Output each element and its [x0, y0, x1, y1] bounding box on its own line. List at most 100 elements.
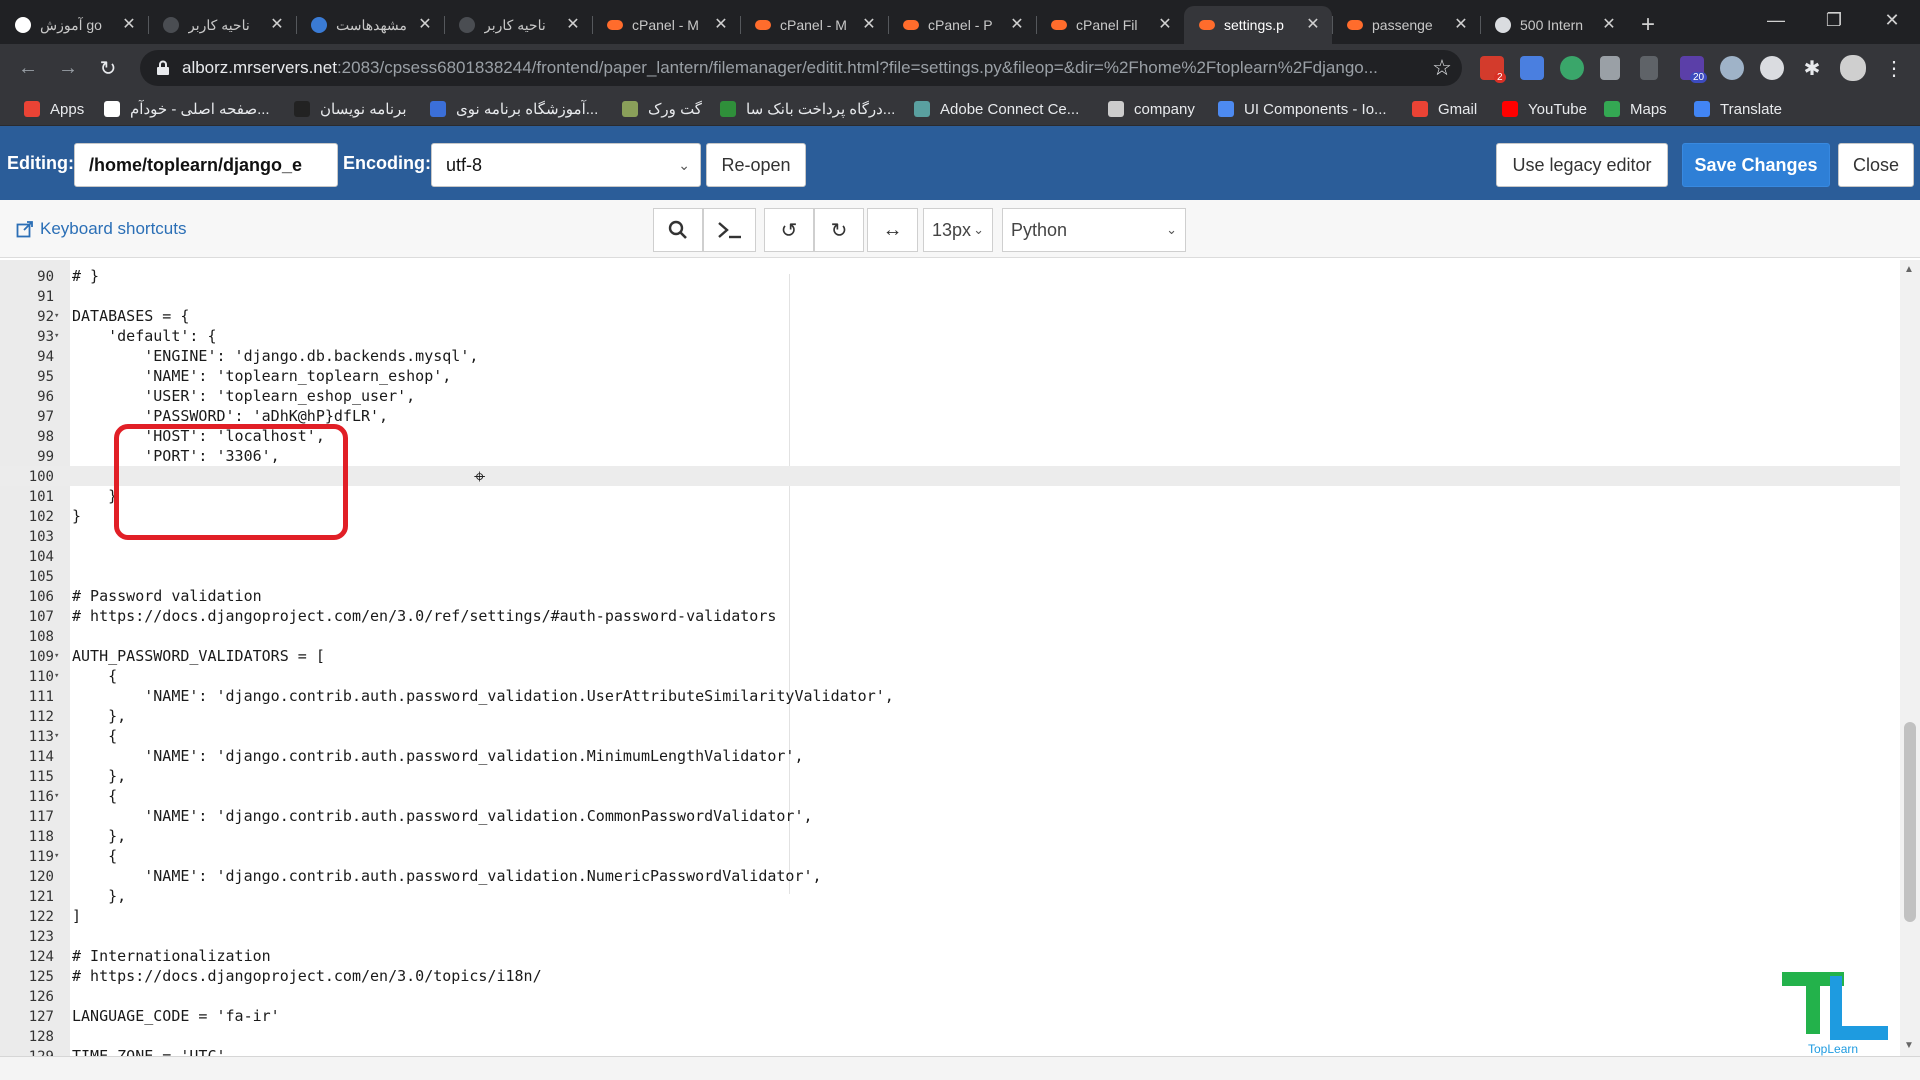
browser-tab[interactable]: cPanel Fil ✕ [1036, 6, 1184, 44]
reload-icon[interactable]: ↻ [94, 54, 122, 82]
bookmark-item[interactable]: Translate [1694, 99, 1782, 119]
code-line[interactable]: 113▾ { [0, 726, 1900, 746]
code-line[interactable]: 125 # https://docs.djangoproject.com/en/3… [0, 966, 1900, 986]
code-line[interactable]: 119▾ { [0, 846, 1900, 866]
reopen-button[interactable]: Re-open [706, 143, 806, 187]
scroll-down-icon[interactable]: ▼ [1904, 1040, 1914, 1051]
browser-tab[interactable]: settings.p ✕ [1184, 6, 1332, 44]
legacy-editor-button[interactable]: Use legacy editor [1496, 143, 1668, 187]
browser-tab[interactable]: passenge ✕ [1332, 6, 1480, 44]
mode-select[interactable]: Python ⌄ [1002, 208, 1186, 252]
code-line[interactable]: 96 'USER': 'toplearn_eshop_user', [0, 386, 1900, 406]
new-tab-button[interactable]: + [1628, 6, 1668, 44]
browser-tab[interactable]: ناحیه کاربر ✕ [444, 6, 592, 44]
browser-tab[interactable]: cPanel - M ✕ [592, 6, 740, 44]
menu-kebab-icon[interactable]: ⋮ [1880, 54, 1908, 82]
bookmark-item[interactable]: Apps [24, 99, 84, 119]
browser-tab[interactable]: مشهدهاست ✕ [296, 6, 444, 44]
code-line[interactable]: 129 TIME_ZONE = 'UTC' [0, 1046, 1900, 1056]
close-tab-icon[interactable]: ✕ [1452, 16, 1470, 34]
code-line[interactable]: 102} [0, 506, 1900, 526]
react-extension-icon[interactable] [1720, 56, 1744, 80]
restore-icon[interactable]: ❐ [1806, 0, 1862, 40]
bookmark-item[interactable]: YouTube [1502, 99, 1587, 119]
close-tab-icon[interactable]: ✕ [1156, 16, 1174, 34]
code-line[interactable]: 108 [0, 626, 1900, 646]
code-line[interactable]: 93▾ 'default': { [0, 326, 1900, 346]
pen-extension-icon[interactable] [1600, 56, 1620, 80]
undo-button[interactable]: ↺ [764, 208, 814, 252]
font-size-select[interactable]: 13px ⌄ [923, 208, 993, 252]
code-line[interactable]: 92▾ DATABASES = { [0, 306, 1900, 326]
avatar[interactable] [1840, 55, 1866, 81]
encoding-select[interactable]: utf-8 ⌄ [431, 143, 701, 187]
code-line[interactable]: 106 # Password validation [0, 586, 1900, 606]
browser-tab[interactable]: cPanel - P ✕ [888, 6, 1036, 44]
forward-icon[interactable]: → [54, 54, 82, 82]
code-line[interactable]: 116▾ { [0, 786, 1900, 806]
bookmark-item[interactable]: درگاه پرداخت بانک سا... [720, 99, 895, 119]
code-line[interactable]: 101 } [0, 486, 1900, 506]
omnibox[interactable]: alborz.mrservers.net:2083/cpsess68018382… [140, 50, 1462, 86]
code-line[interactable]: 97 'PASSWORD': 'aDhK@hP}dfLR', [0, 406, 1900, 426]
bookmark-item[interactable]: Adobe Connect Ce... [914, 99, 1079, 119]
code-line[interactable]: 111 'NAME': 'django.contrib.auth.passwor… [0, 686, 1900, 706]
code-line[interactable]: 126 [0, 986, 1900, 1006]
code-line[interactable]: 95 'NAME': 'toplearn_toplearn_eshop', [0, 366, 1900, 386]
code-line[interactable]: 122] [0, 906, 1900, 926]
bookmark-item[interactable]: UI Components - Io... [1218, 99, 1387, 119]
code-line[interactable]: 123 [0, 926, 1900, 946]
code-line[interactable]: 121 }, [0, 886, 1900, 906]
code-line[interactable]: 104 [0, 546, 1900, 566]
close-tab-icon[interactable]: ✕ [860, 16, 878, 34]
wrap-toggle-button[interactable]: ↔ [867, 208, 918, 252]
fold-arrow-icon[interactable]: ▾ [54, 786, 68, 806]
search-button[interactable] [653, 208, 703, 252]
bookmark-item[interactable]: Maps [1604, 99, 1667, 119]
fold-arrow-icon[interactable]: ▾ [54, 846, 68, 866]
fold-arrow-icon[interactable]: ▾ [54, 646, 68, 666]
code-extension-icon[interactable] [1640, 56, 1658, 80]
bookmark-item[interactable]: برنامه نویسان [294, 99, 407, 119]
scrollbar-thumb[interactable] [1904, 722, 1916, 922]
bookmark-star-icon[interactable]: ☆ [1428, 54, 1456, 82]
redo-button[interactable]: ↻ [814, 208, 864, 252]
bookmark-item[interactable]: Gmail [1412, 99, 1477, 119]
goto-line-button[interactable] [703, 208, 756, 252]
code-line[interactable]: 110▾ { [0, 666, 1900, 686]
code-line[interactable]: 114 'NAME': 'django.contrib.auth.passwor… [0, 746, 1900, 766]
code-line[interactable]: 94 'ENGINE': 'django.db.backends.mysql', [0, 346, 1900, 366]
code-line[interactable]: 100 [0, 466, 1900, 486]
close-button[interactable]: Close [1838, 143, 1914, 187]
code-line[interactable]: 98 'HOST': 'localhost', [0, 426, 1900, 446]
code-line[interactable]: 90 # } [0, 266, 1900, 286]
minimize-icon[interactable]: — [1748, 0, 1804, 40]
code-line[interactable]: 127 LANGUAGE_CODE = 'fa-ir' [0, 1006, 1900, 1026]
circle-extension-icon[interactable] [1760, 56, 1784, 80]
code-line[interactable]: 115 }, [0, 766, 1900, 786]
fold-arrow-icon[interactable]: ▾ [54, 666, 68, 686]
back-icon[interactable]: ← [14, 54, 42, 82]
bookmark-item[interactable]: صفحه اصلی - خودآم... [104, 99, 270, 119]
close-tab-icon[interactable]: ✕ [268, 16, 286, 34]
file-path-field[interactable]: /home/toplearn/django_e [74, 143, 338, 187]
code-line[interactable]: 124 # Internationalization [0, 946, 1900, 966]
code-line[interactable]: 128 [0, 1026, 1900, 1046]
code-line[interactable]: 103 [0, 526, 1900, 546]
browser-tab[interactable]: cPanel - M ✕ [740, 6, 888, 44]
browser-tab[interactable]: ناحیه کاربر ✕ [148, 6, 296, 44]
save-changes-button[interactable]: Save Changes [1682, 143, 1830, 187]
close-window-icon[interactable]: ✕ [1864, 0, 1920, 40]
bookmark-item[interactable]: آموزشگاه برنامه نوی... [430, 99, 598, 119]
puzzle-icon[interactable]: ✱ [1798, 54, 1826, 82]
keyboard-shortcuts-link[interactable]: Keyboard shortcuts [16, 219, 186, 239]
fold-arrow-icon[interactable]: ▾ [54, 306, 68, 326]
close-tab-icon[interactable]: ✕ [712, 16, 730, 34]
close-tab-icon[interactable]: ✕ [1600, 16, 1618, 34]
fold-arrow-icon[interactable]: ▾ [54, 326, 68, 346]
scroll-up-icon[interactable]: ▲ [1904, 264, 1914, 275]
extension-icon[interactable] [1560, 56, 1584, 80]
fold-arrow-icon[interactable]: ▾ [54, 726, 68, 746]
browser-tab[interactable]: آموزش go ✕ [0, 6, 148, 44]
close-tab-icon[interactable]: ✕ [416, 16, 434, 34]
